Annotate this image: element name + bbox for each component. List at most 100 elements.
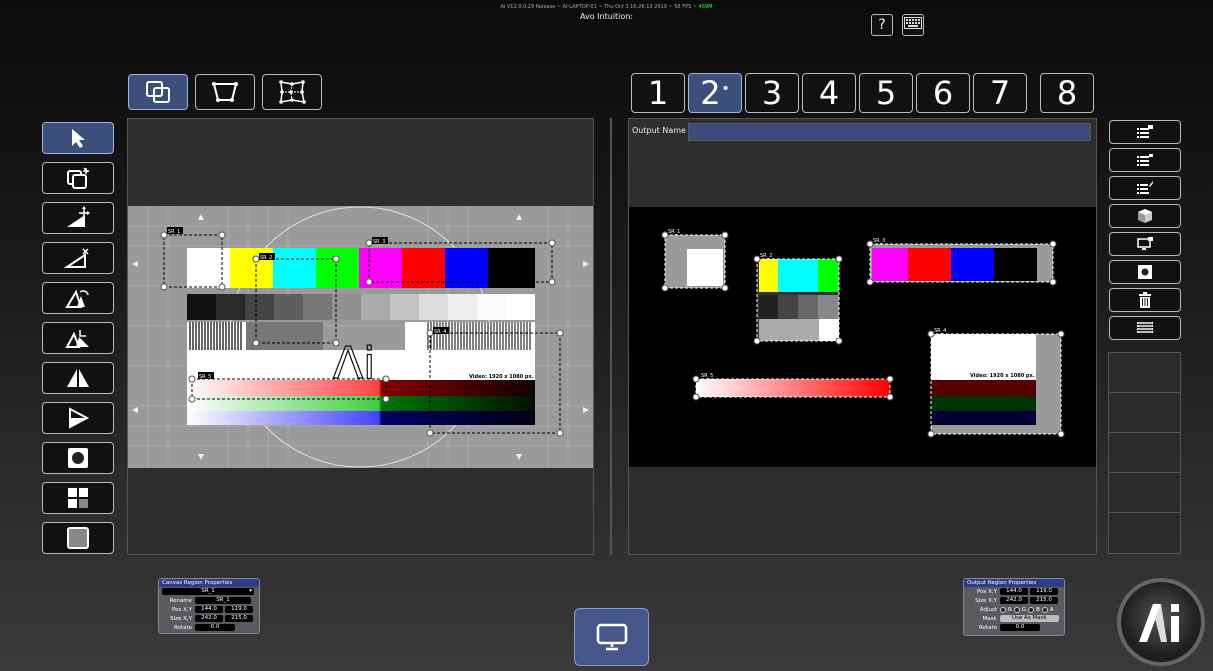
preset-slot[interactable] xyxy=(1109,473,1180,513)
output-tab-3[interactable]: 3 xyxy=(745,73,799,113)
adjust-label: Adjust xyxy=(979,606,997,613)
preset-slot[interactable] xyxy=(1109,513,1180,553)
output-tab-5[interactable]: 5 xyxy=(859,73,913,113)
use-as-mask-button[interactable]: Use As Mask xyxy=(999,615,1059,622)
list-edit-icon xyxy=(1137,181,1153,194)
out-rotate-label: Rotate xyxy=(978,624,997,631)
rename-field[interactable]: SR_1 xyxy=(195,597,251,604)
output-region-properties: Output Region Properties Pos X,Y 144.0 119… xyxy=(963,578,1065,636)
list-add-icon xyxy=(1137,125,1153,138)
overlap-squares-icon xyxy=(146,81,170,103)
scale-region-button[interactable] xyxy=(42,242,114,274)
output-preview[interactable]: Video: 1920 x 1080 px. SR_1 SR_2 SR_3 SR… xyxy=(629,207,1096,467)
app-title: Avo Intuition: xyxy=(579,12,634,21)
output-monitor-button[interactable] xyxy=(1109,232,1181,256)
grid-layout-button[interactable] xyxy=(42,482,114,514)
pointer-arrow-icon xyxy=(72,129,85,148)
region-select[interactable]: SR_1 ▾ xyxy=(162,588,254,595)
monitor-icon xyxy=(596,623,627,651)
mask-label: Mask xyxy=(982,615,997,622)
output-video-label: Video: 1920 x 1080 px. xyxy=(970,373,1035,379)
output-tab-7[interactable]: 7 xyxy=(973,73,1027,113)
size-y-field[interactable]: 215.0 xyxy=(225,615,253,622)
preset-slot[interactable] xyxy=(1109,393,1180,433)
rotate-field[interactable]: 0.0 xyxy=(195,624,235,631)
canvas-region-label-3: SR_3 xyxy=(373,239,385,245)
circle-mask-icon xyxy=(68,448,88,468)
output-name-input[interactable] xyxy=(688,123,1091,141)
rename-label: Rename xyxy=(169,597,192,604)
mode-mesh-button[interactable] xyxy=(262,74,322,110)
adjust-a-knob[interactable] xyxy=(1041,606,1048,613)
output-tab-1[interactable]: 1 xyxy=(631,73,685,113)
adjust-r-knob[interactable] xyxy=(1000,606,1006,613)
record-button[interactable] xyxy=(1109,260,1181,284)
out-size-y-field[interactable]: 215.0 xyxy=(1030,597,1058,604)
cube-icon xyxy=(1138,209,1152,223)
canvas-region-label-4: SR_4 xyxy=(434,329,446,335)
flip-vertical-icon xyxy=(69,407,90,429)
out-pos-x-field[interactable]: 144.0 xyxy=(1000,588,1028,595)
help-button[interactable]: ? xyxy=(871,14,893,36)
pos-y-field[interactable]: 119.0 xyxy=(225,606,253,613)
canvas-region-properties: Canvas Region Properties SR_1 ▾ Rename SR_… xyxy=(158,578,260,634)
canvas-region-label-2: SR_2 xyxy=(260,255,272,261)
duplicate-icon xyxy=(67,167,89,189)
size-label: Size X,Y xyxy=(170,615,192,622)
select-tool-button[interactable] xyxy=(42,122,114,154)
panel-divider xyxy=(610,118,612,555)
skew-region-button[interactable] xyxy=(42,322,114,354)
move-region-button[interactable] xyxy=(42,202,114,234)
list-add-button[interactable] xyxy=(1109,120,1181,144)
preset-slot[interactable] xyxy=(1109,353,1180,393)
canvas-test-pattern[interactable]: Λi Video: 1920 x 1080 px. SR_1 SR_2 SR_3… xyxy=(128,206,593,468)
mode-keystone-button[interactable] xyxy=(195,74,255,110)
canvas-region-label-1: SR_1 xyxy=(168,229,180,235)
keyboard-button[interactable] xyxy=(902,14,924,36)
list-edit-button[interactable] xyxy=(1109,176,1181,200)
keyboard-icon xyxy=(904,17,922,29)
out-size-x-field[interactable]: 242.0 xyxy=(1000,597,1028,604)
pos-x-field[interactable]: 144.0 xyxy=(195,606,223,613)
rotate-label: Rotate xyxy=(173,624,192,631)
flip-vertical-button[interactable] xyxy=(42,402,114,434)
output-tab-6[interactable]: 6 xyxy=(916,73,970,113)
filled-square-icon xyxy=(67,527,89,549)
trash-icon xyxy=(1139,292,1151,308)
rotate-region-button[interactable] xyxy=(42,282,114,314)
out-size-label: Size X,Y xyxy=(975,597,997,604)
canvas-video-label: Video: 1920 x 1080 px. xyxy=(469,374,534,380)
delete-button[interactable] xyxy=(1109,288,1181,312)
keypad-icon xyxy=(1137,322,1153,333)
fullscreen-region-button[interactable] xyxy=(42,522,114,554)
output-tab-4[interactable]: 4 xyxy=(802,73,856,113)
out-pos-y-field[interactable]: 119.0 xyxy=(1030,588,1058,595)
flip-horizontal-button[interactable] xyxy=(42,362,114,394)
keyboard-layout-button[interactable] xyxy=(1109,316,1181,340)
output-tab-2[interactable]: 2 • xyxy=(688,73,742,113)
duplicate-region-button[interactable] xyxy=(42,162,114,194)
preset-slot[interactable] xyxy=(1109,433,1180,473)
output-tab-8[interactable]: 8 xyxy=(1040,73,1094,113)
adjust-a-label: A xyxy=(1049,606,1054,613)
canvas-region-label-5: SR_5 xyxy=(199,374,211,380)
output-region-label-2: SR_2 xyxy=(760,253,772,259)
list-insert-button[interactable] xyxy=(1109,148,1181,172)
output-display-button[interactable] xyxy=(574,608,649,666)
list-insert-icon xyxy=(1137,154,1153,166)
mesh-warp-icon xyxy=(279,80,306,104)
mode-region-button[interactable] xyxy=(128,74,188,110)
out-rotate-field[interactable]: 0.0 xyxy=(1000,624,1040,631)
move-triangle-icon xyxy=(67,206,90,227)
monitor-small-icon xyxy=(1137,237,1153,250)
mask-tool-button[interactable] xyxy=(42,442,114,474)
rotate-triangle-icon xyxy=(65,289,89,308)
dropdown-arrow-icon: ▾ xyxy=(249,588,252,594)
size-x-field[interactable]: 242.0 xyxy=(195,615,223,622)
output-region-label-3: SR_3 xyxy=(873,238,885,244)
adjust-r-label: R xyxy=(1008,606,1012,613)
canvas-props-title: Canvas Region Properties xyxy=(159,579,259,587)
adjust-b-knob[interactable] xyxy=(1028,606,1035,613)
cube-button[interactable] xyxy=(1109,204,1181,228)
adjust-g-knob[interactable] xyxy=(1013,606,1020,613)
